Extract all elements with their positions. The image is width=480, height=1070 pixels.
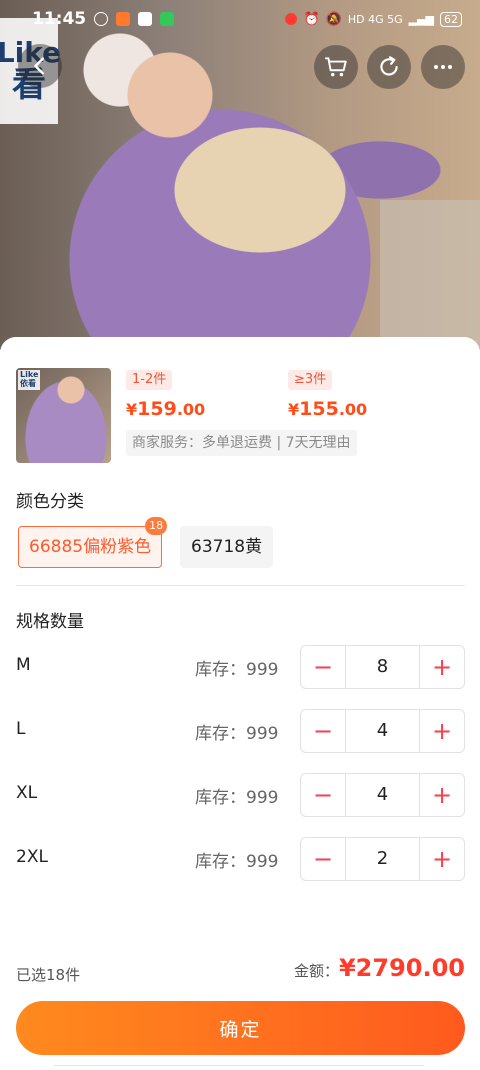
color-option-pinkish-purple[interactable]: 66885偏粉紫色 18 — [18, 517, 168, 568]
increment-button[interactable]: + — [420, 838, 464, 880]
app-notification-icon — [160, 12, 175, 26]
mute-icon: 🔕 — [325, 11, 342, 27]
quantity-input[interactable]: 2 — [345, 838, 420, 880]
price-integer: 155 — [299, 398, 339, 420]
size-label: L — [16, 719, 26, 739]
size-label: M — [16, 655, 31, 675]
price-decimal: .00 — [338, 400, 368, 419]
network-indicator: HD 4G 5G — [347, 12, 403, 26]
price-tier-price: ¥159.00 — [126, 398, 205, 420]
section-divider — [16, 585, 465, 586]
merchant-service-info: 商家服务：多单退运费 | 7天无理由 — [126, 430, 357, 456]
back-button[interactable] — [18, 44, 62, 88]
stock-label: 库存：999 — [195, 788, 279, 808]
color-count-badge: 18 — [145, 517, 168, 535]
sku-selection-sheet: Like 依看 1-2件 ¥159.00 ≥3件 ¥155.00 商家服务：多单… — [0, 337, 480, 1070]
price-tier-2: ≥3件 ¥155.00 — [288, 368, 367, 420]
more-dots-icon — [434, 65, 452, 69]
stock-label: 库存：999 — [195, 724, 279, 744]
alarm-clock-icon: ⏰ — [303, 11, 320, 27]
price-currency: ¥ — [288, 400, 300, 419]
app-notification-icon — [94, 12, 109, 26]
price-currency: ¥ — [126, 400, 138, 419]
signal-icon: ▂▄▆ — [408, 12, 434, 26]
app-notification-icon — [138, 12, 153, 26]
quantity-input[interactable]: 4 — [345, 710, 420, 752]
quantity-stepper: − 4 + — [300, 773, 465, 817]
cart-icon — [325, 57, 347, 77]
size-label: XL — [16, 783, 38, 803]
price-decimal: .00 — [176, 400, 206, 419]
thumbnail-watermark: Like 依看 — [18, 370, 41, 390]
increment-button[interactable]: + — [420, 646, 464, 688]
bottom-edge — [54, 1065, 424, 1070]
confirm-button[interactable]: 确定 — [16, 1001, 465, 1055]
size-row-2xl: 2XL 库存：999 − 2 + — [0, 837, 480, 881]
size-label: 2XL — [16, 847, 48, 867]
share-button[interactable] — [367, 45, 411, 89]
decrement-button[interactable]: − — [301, 774, 345, 816]
quantity-stepper: − 4 + — [300, 709, 465, 753]
size-row-m: M 库存：999 − 8 + — [0, 645, 480, 689]
battery-indicator: 62 — [440, 11, 462, 27]
decrement-button[interactable]: − — [301, 710, 345, 752]
share-icon — [380, 56, 398, 76]
size-row-l: L 库存：999 − 4 + — [0, 709, 480, 753]
quantity-input[interactable]: 4 — [345, 774, 420, 816]
stock-label: 库存：999 — [195, 660, 279, 680]
cart-button[interactable] — [314, 45, 358, 89]
status-bar: 11:45 ⏰ 🔕 HD 4G 5G ▂▄▆ 62 — [0, 0, 480, 38]
selected-count: 已选18件 — [16, 966, 81, 984]
color-option-yellow[interactable]: 63718黄 — [180, 526, 274, 568]
price-tier-1: 1-2件 ¥159.00 — [126, 368, 205, 420]
color-section-title: 颜色分类 — [16, 492, 84, 512]
more-button[interactable] — [421, 45, 465, 89]
stock-label: 库存：999 — [195, 852, 279, 872]
decrement-button[interactable]: − — [301, 838, 345, 880]
color-option-label: 63718黄 — [191, 537, 263, 557]
price-tier-range: ≥3件 — [288, 370, 333, 390]
quantity-stepper: − 8 + — [300, 645, 465, 689]
size-row-xl: XL 库存：999 − 4 + — [0, 773, 480, 817]
color-option-label: 66885偏粉紫色 — [29, 537, 152, 557]
app-notification-icon — [116, 12, 131, 26]
status-right: ⏰ 🔕 HD 4G 5G ▂▄▆ 62 — [285, 11, 462, 27]
price-tier-range: 1-2件 — [126, 370, 173, 390]
quantity-stepper: − 2 + — [300, 837, 465, 881]
price-tier-price: ¥155.00 — [288, 398, 367, 420]
increment-button[interactable]: + — [420, 710, 464, 752]
total-amount: 金额： ¥2790.00 — [294, 954, 465, 982]
increment-button[interactable]: + — [420, 774, 464, 816]
quantity-input[interactable]: 8 — [345, 646, 420, 688]
price-integer: 159 — [137, 398, 177, 420]
alarm-icon — [285, 13, 298, 25]
photo-wall-detail — [380, 200, 480, 350]
amount-label: 金额： — [293, 962, 339, 980]
product-photo-background — [0, 0, 480, 350]
product-thumbnail[interactable]: Like 依看 — [16, 368, 111, 463]
chevron-left-icon — [34, 57, 44, 75]
amount-value: ¥2790.00 — [338, 954, 465, 982]
decrement-button[interactable]: − — [301, 646, 345, 688]
size-section-title: 规格数量 — [16, 612, 84, 632]
